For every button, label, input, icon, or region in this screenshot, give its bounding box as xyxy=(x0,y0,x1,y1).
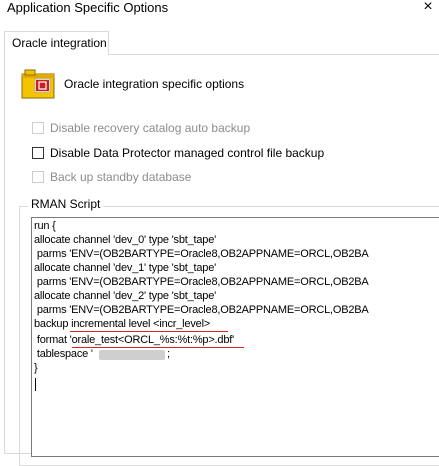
checkbox-box xyxy=(32,147,44,159)
window-title: Application Specific Options xyxy=(7,0,169,15)
oracle-integration-icon xyxy=(21,69,55,99)
disable-recovery-catalog-checkbox[interactable]: Disable recovery catalog auto backup xyxy=(32,120,250,136)
script-line: } xyxy=(34,362,38,374)
disable-controlfile-backup-checkbox[interactable]: Disable Data Protector managed control f… xyxy=(32,145,324,161)
tab-oracle-integration[interactable]: Oracle integration xyxy=(4,31,109,55)
script-line: tablespace ' xyxy=(34,348,93,360)
highlight-underline xyxy=(70,331,228,332)
rman-script-editor[interactable]: run { allocate channel 'dev_0' type 'sbt… xyxy=(31,217,439,457)
title-bar: Application Specific Options × xyxy=(0,0,439,18)
script-line: allocate channel 'dev_2' type 'sbt_tape' xyxy=(34,290,217,302)
highlight-underline xyxy=(72,347,244,348)
close-button[interactable]: × xyxy=(417,0,439,17)
script-line-suffix: ; xyxy=(167,348,170,360)
script-line: parms 'ENV=(OB2BARTYPE=Oracle8,OB2APPNAM… xyxy=(34,304,369,316)
text-caret xyxy=(35,378,36,391)
section-heading: Oracle integration specific options xyxy=(64,77,245,91)
checkbox-label: Disable Data Protector managed control f… xyxy=(50,146,325,160)
checkbox-label: Back up standby database xyxy=(50,170,192,184)
redacted-tablespace-name xyxy=(99,350,165,360)
script-line: parms 'ENV=(OB2BARTYPE=Oracle8,OB2APPNAM… xyxy=(34,276,369,288)
back-up-standby-checkbox[interactable]: Back up standby database xyxy=(32,169,191,185)
tab-label: Oracle integration xyxy=(12,36,107,50)
script-line: format 'orale_test<ORCL_%s:%t:%p>.dbf' xyxy=(34,334,234,346)
checkbox-box xyxy=(32,171,44,183)
script-line: parms 'ENV=(OB2BARTYPE=Oracle8,OB2APPNAM… xyxy=(34,248,369,260)
checkbox-label: Disable recovery catalog auto backup xyxy=(50,121,251,135)
script-line: allocate channel 'dev_1' type 'sbt_tape' xyxy=(34,262,217,274)
script-line: allocate channel 'dev_0' type 'sbt_tape' xyxy=(34,234,217,246)
script-line: run { xyxy=(34,220,56,232)
rman-script-label: RMAN Script xyxy=(28,197,104,211)
script-line: backup incremental level <incr_level> xyxy=(34,318,211,330)
checkbox-box xyxy=(32,122,44,134)
